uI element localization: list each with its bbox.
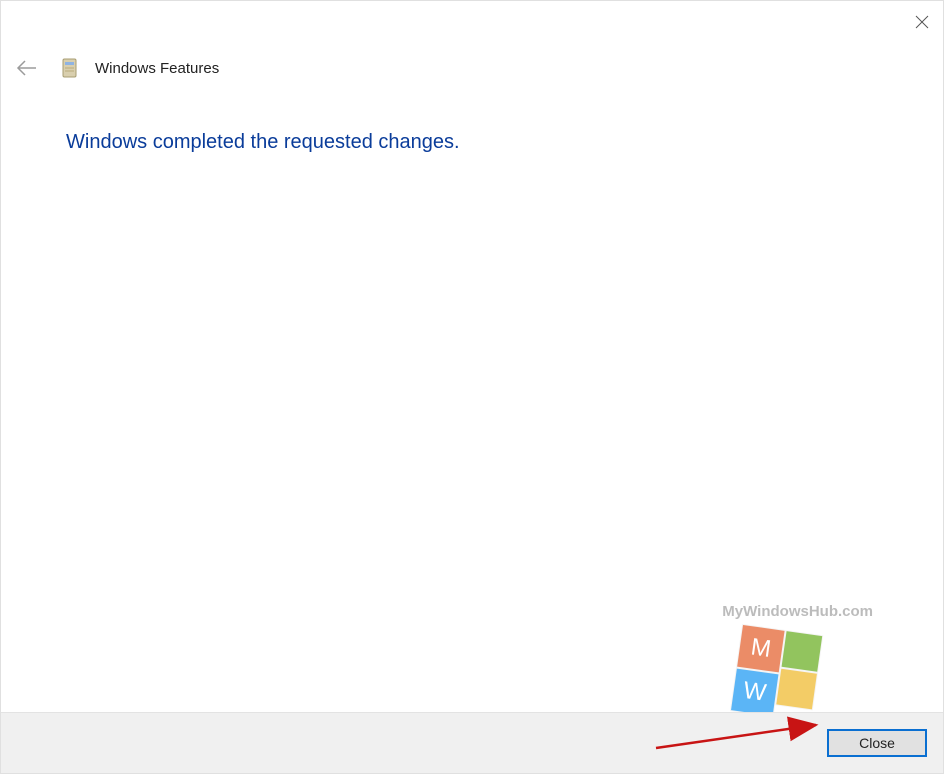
dialog-header: Windows Features bbox=[15, 56, 219, 80]
window-close-icon[interactable] bbox=[907, 7, 937, 37]
watermark-text: MyWindowsHub.com bbox=[722, 603, 873, 620]
watermark-tile-green bbox=[782, 631, 823, 672]
windows-features-dialog: Windows Features Windows completed the r… bbox=[0, 0, 944, 774]
dialog-footer: Close bbox=[1, 712, 943, 773]
close-button[interactable]: Close bbox=[827, 729, 927, 757]
dialog-title: Windows Features bbox=[95, 60, 219, 77]
windows-features-icon bbox=[59, 57, 81, 79]
watermark-tile-yellow bbox=[776, 669, 817, 710]
watermark-tile-w: W bbox=[731, 669, 778, 716]
watermark: MyWindowsHub.com M W bbox=[703, 603, 873, 713]
completion-message: Windows completed the requested changes. bbox=[66, 131, 460, 154]
watermark-tile-m: M bbox=[737, 625, 784, 672]
back-arrow-icon[interactable] bbox=[15, 56, 39, 80]
